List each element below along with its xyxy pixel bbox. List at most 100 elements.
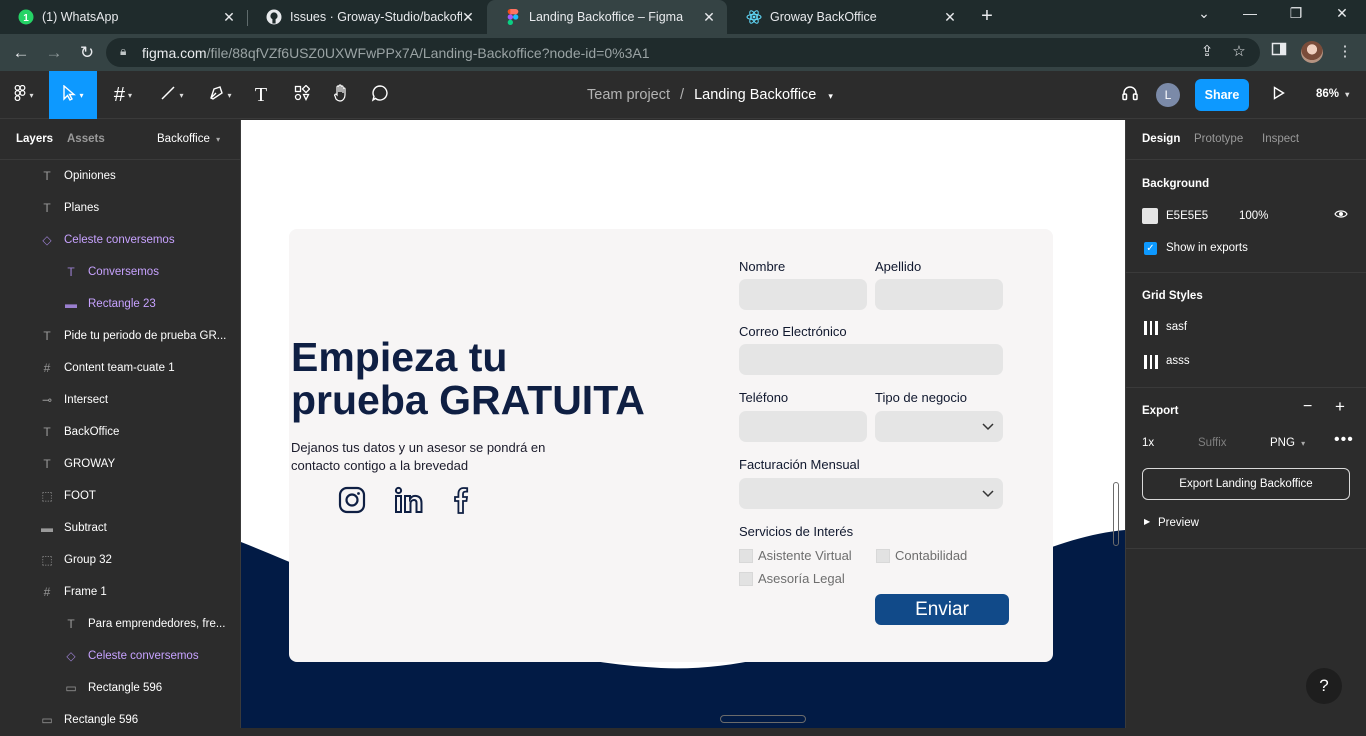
canvas[interactable]: Empieza tu prueba GRATUITA Dejanos tus d… — [241, 120, 1125, 728]
grid-style-item[interactable]: sasf — [1166, 321, 1187, 333]
asesoria-checkbox[interactable] — [739, 572, 753, 586]
remove-export-icon[interactable]: − — [1303, 398, 1312, 416]
facebook-icon[interactable] — [453, 486, 473, 516]
background-hex[interactable]: E5E5E5 — [1166, 210, 1208, 222]
telefono-field[interactable] — [739, 411, 867, 442]
horizontal-scrollbar[interactable] — [720, 715, 806, 723]
layer-item[interactable]: ◇ Celeste conversemos — [0, 640, 240, 672]
share-button[interactable]: Share — [1195, 79, 1249, 111]
tab-groway[interactable]: Groway BackOffice ✕ — [728, 0, 968, 34]
chevron-down-icon[interactable]: ▾ — [828, 91, 833, 101]
github-icon — [266, 9, 282, 25]
email-field[interactable] — [739, 344, 1003, 375]
layer-item[interactable]: ◇ Celeste conversemos — [0, 224, 240, 256]
asistente-checkbox[interactable] — [739, 549, 753, 563]
apellido-field[interactable] — [875, 279, 1003, 310]
layer-item[interactable]: ▬ Rectangle 23 — [0, 288, 240, 320]
tipo-negocio-select[interactable] — [875, 411, 1003, 442]
tab-prototype[interactable]: Prototype — [1194, 133, 1243, 145]
layer-item[interactable]: ⬚ FOOT — [0, 480, 240, 512]
layer-item[interactable]: T Planes — [0, 192, 240, 224]
reload-icon[interactable]: ↻ — [76, 42, 98, 64]
layer-item[interactable]: ⊸ Intersect — [0, 384, 240, 416]
figma-icon — [505, 9, 521, 25]
url-field[interactable]: 🔒︎ figma.com/file/88qfVZf6USZ0UXWFwPPx7A… — [106, 38, 1260, 67]
close-window-icon[interactable]: ✕ — [1332, 5, 1352, 22]
background-opacity[interactable]: 100% — [1239, 210, 1268, 222]
tab-github[interactable]: Issues · Groway-Studio/backoffice ✕ — [248, 0, 486, 34]
layer-item[interactable]: T Para emprendedores, fre... — [0, 608, 240, 640]
instagram-icon[interactable] — [338, 486, 368, 516]
grid-styles-title: Grid Styles — [1142, 290, 1203, 302]
linkedin-icon[interactable] — [394, 486, 424, 516]
line-tool[interactable]: ▾ — [152, 71, 192, 119]
text-tool[interactable]: T — [248, 71, 274, 119]
layer-item[interactable]: ▭ Rectangle 596 — [0, 672, 240, 704]
help-button[interactable]: ? — [1306, 668, 1342, 704]
eye-icon[interactable] — [1334, 208, 1348, 223]
bookmark-star-icon[interactable]: ☆ — [1229, 42, 1249, 62]
caret-right-icon[interactable]: ▶ — [1144, 517, 1150, 526]
forward-icon[interactable]: → — [43, 42, 65, 64]
back-icon[interactable]: ← — [10, 42, 32, 64]
tab-figma[interactable]: Landing Backoffice – Figma ✕ — [487, 0, 727, 34]
grid-style-item[interactable]: asss — [1166, 355, 1190, 367]
preview-toggle[interactable]: Preview — [1158, 517, 1199, 529]
minimize-icon[interactable]: — — [1240, 5, 1260, 21]
more-vert-icon[interactable]: ⋮ — [1334, 41, 1356, 63]
export-suffix-input[interactable]: Suffix — [1198, 437, 1227, 449]
lock-icon: 🔒︎ — [120, 44, 127, 58]
tab-design[interactable]: Design — [1142, 133, 1180, 145]
comment-tool[interactable] — [367, 71, 393, 119]
nombre-field[interactable] — [739, 279, 867, 310]
move-tool[interactable]: ▾ — [49, 71, 97, 119]
file-name[interactable]: Landing Backoffice — [694, 87, 816, 103]
layer-item[interactable]: T BackOffice — [0, 416, 240, 448]
audio-chat-button[interactable] — [1118, 71, 1142, 119]
user-avatar[interactable]: L — [1156, 83, 1180, 107]
export-scale[interactable]: 1x — [1142, 437, 1154, 449]
layer-item[interactable]: # Content team-cuate 1 — [0, 352, 240, 384]
layer-item[interactable]: T Pide tu periodo de prueba GR... — [0, 320, 240, 352]
close-tab-icon[interactable]: ✕ — [460, 9, 476, 26]
profile-avatar[interactable] — [1301, 41, 1323, 63]
export-format-select[interactable]: PNG ▾ — [1270, 437, 1305, 449]
layer-item[interactable]: ▭ Rectangle 596 — [0, 704, 240, 736]
pen-tool[interactable]: ▾ — [200, 71, 240, 119]
enviar-button[interactable]: Enviar — [875, 594, 1009, 625]
new-tab-button[interactable]: + — [976, 5, 998, 27]
layer-item[interactable]: # Frame 1 — [0, 576, 240, 608]
layer-item[interactable]: T Opiniones — [0, 160, 240, 192]
contabilidad-checkbox[interactable] — [876, 549, 890, 563]
restore-icon[interactable]: ❐ — [1286, 5, 1306, 22]
share-page-icon[interactable]: ⇪ — [1197, 42, 1217, 62]
frame-tool[interactable]: # ▾ — [103, 71, 143, 119]
tab-assets[interactable]: Assets — [67, 133, 105, 145]
close-tab-icon[interactable]: ✕ — [701, 9, 717, 26]
add-export-icon[interactable]: + — [1335, 397, 1345, 417]
close-tab-icon[interactable]: ✕ — [942, 9, 958, 26]
team-project-link[interactable]: Team project — [587, 87, 670, 103]
layer-item[interactable]: ▬ Subtract — [0, 512, 240, 544]
export-button[interactable]: Export Landing Backoffice — [1142, 468, 1350, 500]
facturacion-select[interactable] — [739, 478, 1003, 509]
hand-tool[interactable] — [328, 71, 354, 119]
layer-item[interactable]: T Conversemos — [0, 256, 240, 288]
side-panel-icon[interactable] — [1268, 41, 1290, 63]
vertical-scrollbar[interactable] — [1113, 482, 1119, 546]
tab-search-icon[interactable]: ⌄ — [1194, 5, 1214, 22]
background-swatch[interactable] — [1142, 208, 1158, 224]
show-in-exports-checkbox[interactable]: ✓ — [1144, 242, 1157, 255]
tab-whatsapp[interactable]: 1 (1) WhatsApp ✕ — [0, 0, 247, 34]
main-menu-button[interactable]: ▾ — [4, 71, 44, 119]
tab-layers[interactable]: Layers — [16, 133, 53, 145]
zoom-menu[interactable]: 86% ▾ — [1316, 88, 1349, 100]
more-options-icon[interactable]: ••• — [1334, 431, 1354, 449]
page-selector[interactable]: Backoffice ▾ — [157, 133, 220, 145]
resources-tool[interactable] — [289, 71, 315, 119]
present-button[interactable] — [1268, 71, 1290, 119]
close-tab-icon[interactable]: ✕ — [221, 9, 237, 26]
layer-item[interactable]: T GROWAY — [0, 448, 240, 480]
layer-item[interactable]: ⬚ Group 32 — [0, 544, 240, 576]
tab-inspect[interactable]: Inspect — [1262, 133, 1299, 145]
